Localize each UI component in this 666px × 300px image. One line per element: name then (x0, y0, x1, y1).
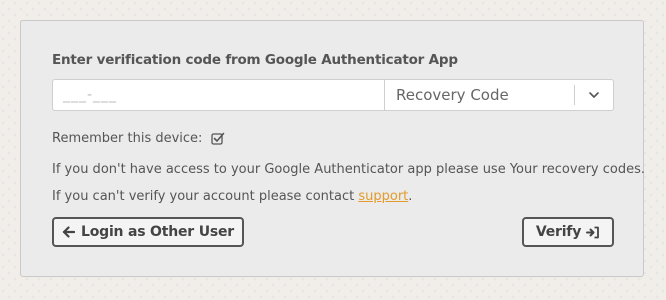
chevron-down-icon[interactable] (574, 85, 613, 105)
checkbox-checked-icon[interactable] (211, 132, 225, 145)
code-type-selected-label: Recovery Code (396, 86, 509, 104)
support-info-prefix: If you can't verify your account please … (52, 189, 359, 204)
support-link[interactable]: support (358, 189, 408, 204)
code-type-select[interactable]: Recovery Code (384, 80, 613, 110)
remember-device-row: Remember this device: (52, 131, 225, 146)
verify-label: Verify (535, 224, 582, 240)
verification-code-input[interactable] (53, 80, 384, 110)
verification-code-group: Recovery Code (52, 79, 614, 111)
two-factor-panel: Enter verification code from Google Auth… (20, 20, 645, 277)
form-title: Enter verification code from Google Auth… (52, 52, 458, 68)
login-as-other-user-label: Login as Other User (81, 224, 234, 240)
recovery-info-text: If you don't have access to your Google … (52, 162, 645, 177)
sign-in-icon (586, 226, 600, 239)
arrow-left-icon (62, 226, 75, 238)
remember-device-label: Remember this device: (52, 131, 203, 146)
login-as-other-user-button[interactable]: Login as Other User (52, 217, 244, 247)
support-info-text: If you can't verify your account please … (52, 189, 412, 204)
support-info-suffix: . (408, 189, 413, 204)
verify-button[interactable]: Verify (522, 217, 614, 247)
